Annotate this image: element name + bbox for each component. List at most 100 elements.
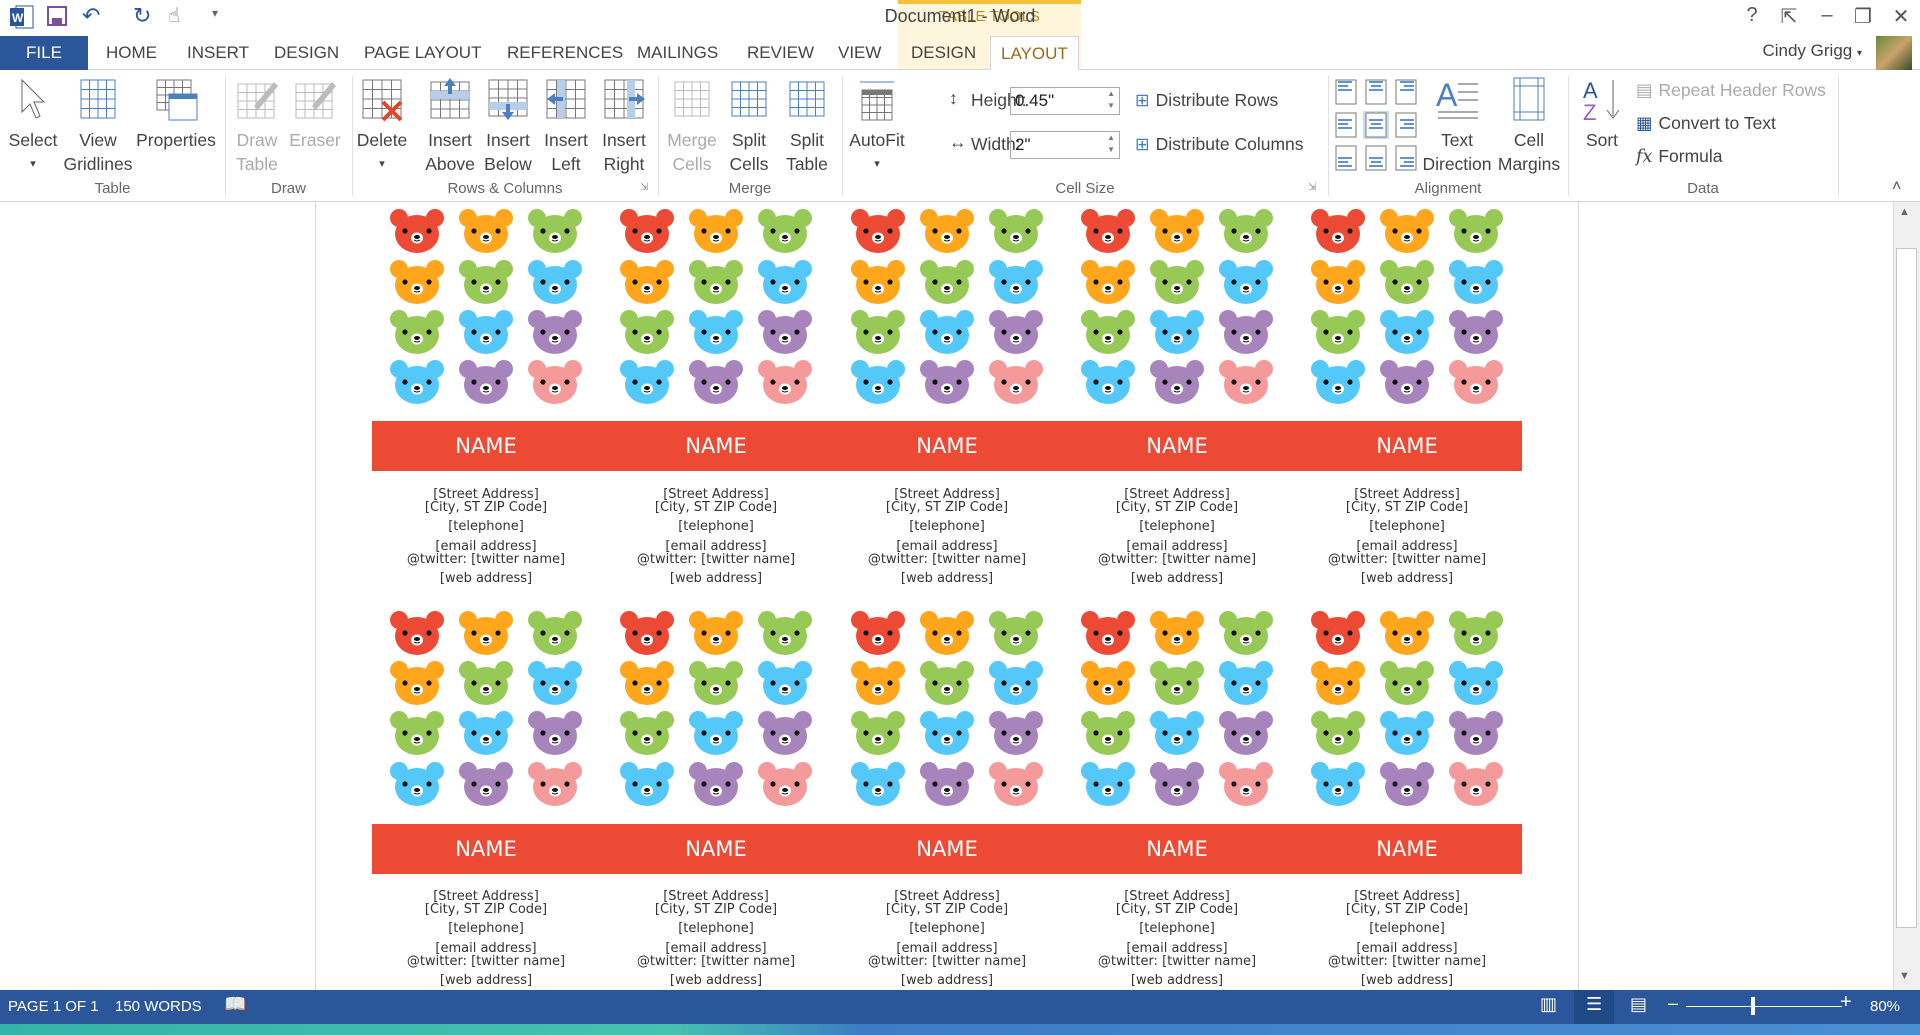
- label-telephone[interactable]: [telephone]: [1062, 520, 1292, 534]
- label-city[interactable]: [City, ST ZIP Code]: [371, 501, 601, 515]
- scroll-down-icon[interactable]: ▼: [1899, 970, 1910, 982]
- formula-button[interactable]: fx Formula: [1636, 146, 1723, 167]
- label-telephone[interactable]: [telephone]: [1062, 922, 1292, 936]
- print-layout-button[interactable]: ☰: [1574, 990, 1614, 1024]
- tab-table-layout[interactable]: LAYOUT: [990, 36, 1079, 71]
- label-telephone[interactable]: [telephone]: [371, 520, 601, 534]
- user-name[interactable]: Cindy Grigg ▾: [1762, 41, 1862, 61]
- align-cell-button[interactable]: [1363, 111, 1389, 139]
- help-icon[interactable]: ?: [1737, 4, 1767, 27]
- repeat-header-rows-button[interactable]: ▤ Repeat Header Rows: [1636, 80, 1826, 101]
- tab-references[interactable]: REFERENCES: [497, 36, 633, 70]
- label-city[interactable]: [City, ST ZIP Code]: [1292, 903, 1522, 917]
- label-telephone[interactable]: [telephone]: [371, 922, 601, 936]
- convert-to-text-button[interactable]: ▦ Convert to Text: [1636, 113, 1776, 134]
- distribute-columns-button[interactable]: ⊞ Distribute Columns: [1135, 134, 1304, 155]
- label-twitter[interactable]: @twitter: [twitter name]: [1292, 955, 1522, 969]
- align-cell-button[interactable]: [1333, 111, 1359, 139]
- collapse-ribbon-icon[interactable]: ˄: [1892, 178, 1901, 196]
- label-name[interactable]: NAME: [1062, 421, 1292, 471]
- label-name[interactable]: NAME: [601, 824, 831, 874]
- align-cell-button[interactable]: [1333, 144, 1359, 172]
- tab-home[interactable]: HOME: [96, 36, 167, 70]
- tab-file[interactable]: FILE: [0, 36, 88, 70]
- label-telephone[interactable]: [telephone]: [601, 520, 831, 534]
- web-layout-icon[interactable]: ▤: [1630, 994, 1647, 1015]
- label-web[interactable]: [web address]: [832, 572, 1062, 586]
- align-cell-button[interactable]: [1363, 78, 1389, 106]
- tab-review[interactable]: REVIEW: [737, 36, 824, 70]
- label-name[interactable]: NAME: [1292, 824, 1522, 874]
- tab-mailings[interactable]: MAILINGS: [627, 36, 728, 70]
- scrollbar-thumb[interactable]: [1896, 248, 1917, 928]
- width-spinner[interactable]: ▲ ▼: [1107, 132, 1115, 156]
- height-input[interactable]: 0.45" ▲ ▼: [1010, 87, 1120, 115]
- zoom-slider[interactable]: [1686, 1006, 1842, 1007]
- label-twitter[interactable]: @twitter: [twitter name]: [371, 955, 601, 969]
- label-twitter[interactable]: @twitter: [twitter name]: [601, 553, 831, 567]
- read-mode-icon[interactable]: ▥: [1540, 994, 1557, 1015]
- zoom-slider-thumb[interactable]: [1750, 997, 1755, 1015]
- label-name[interactable]: NAME: [832, 824, 1062, 874]
- label-twitter[interactable]: @twitter: [twitter name]: [371, 553, 601, 567]
- label-web[interactable]: [web address]: [832, 974, 1062, 988]
- label-web[interactable]: [web address]: [1292, 974, 1522, 988]
- tab-page-layout[interactable]: PAGE LAYOUT: [354, 36, 491, 70]
- ribbon-display-icon[interactable]: ⇱: [1774, 4, 1804, 29]
- tab-design[interactable]: DESIGN: [264, 36, 349, 70]
- label-web[interactable]: [web address]: [371, 974, 601, 988]
- label-telephone[interactable]: [telephone]: [601, 922, 831, 936]
- tab-insert[interactable]: INSERT: [177, 36, 259, 70]
- label-city[interactable]: [City, ST ZIP Code]: [371, 903, 601, 917]
- label-name[interactable]: NAME: [1292, 421, 1522, 471]
- label-name[interactable]: NAME: [371, 824, 601, 874]
- proofing-icon[interactable]: 📖: [224, 994, 246, 1015]
- tab-view[interactable]: VIEW: [828, 36, 891, 70]
- minimize-icon[interactable]: –: [1812, 4, 1842, 27]
- page-count[interactable]: PAGE 1 OF 1: [8, 998, 99, 1015]
- label-web[interactable]: [web address]: [1062, 974, 1292, 988]
- rows-columns-launcher-icon[interactable]: ⇲: [640, 182, 648, 193]
- align-cell-button[interactable]: [1363, 144, 1389, 172]
- label-twitter[interactable]: @twitter: [twitter name]: [601, 955, 831, 969]
- label-web[interactable]: [web address]: [601, 572, 831, 586]
- label-city[interactable]: [City, ST ZIP Code]: [1062, 903, 1292, 917]
- label-city[interactable]: [City, ST ZIP Code]: [601, 501, 831, 515]
- label-twitter[interactable]: @twitter: [twitter name]: [1062, 955, 1292, 969]
- label-name[interactable]: NAME: [1062, 824, 1292, 874]
- label-telephone[interactable]: [telephone]: [832, 520, 1062, 534]
- label-web[interactable]: [web address]: [1062, 572, 1292, 586]
- height-spinner[interactable]: ▲ ▼: [1107, 88, 1115, 112]
- tab-table-design[interactable]: DESIGN: [901, 36, 986, 70]
- label-web[interactable]: [web address]: [1292, 572, 1522, 586]
- label-name[interactable]: NAME: [832, 421, 1062, 471]
- zoom-level[interactable]: 80%: [1870, 998, 1900, 1015]
- label-city[interactable]: [City, ST ZIP Code]: [832, 903, 1062, 917]
- zoom-out-icon[interactable]: –: [1668, 993, 1678, 1014]
- restore-icon[interactable]: ❐: [1848, 4, 1878, 29]
- label-city[interactable]: [City, ST ZIP Code]: [601, 903, 831, 917]
- label-city[interactable]: [City, ST ZIP Code]: [1062, 501, 1292, 515]
- align-cell-button[interactable]: [1393, 111, 1419, 139]
- align-cell-button[interactable]: [1393, 78, 1419, 106]
- label-telephone[interactable]: [telephone]: [1292, 922, 1522, 936]
- label-web[interactable]: [web address]: [601, 974, 831, 988]
- label-twitter[interactable]: @twitter: [twitter name]: [1292, 553, 1522, 567]
- scroll-up-icon[interactable]: ▲: [1899, 206, 1910, 218]
- avatar[interactable]: [1876, 36, 1912, 70]
- align-cell-button[interactable]: [1333, 78, 1359, 106]
- label-telephone[interactable]: [telephone]: [832, 922, 1062, 936]
- label-web[interactable]: [web address]: [371, 572, 601, 586]
- width-input[interactable]: 2" ▲ ▼: [1010, 131, 1120, 159]
- label-twitter[interactable]: @twitter: [twitter name]: [832, 553, 1062, 567]
- align-cell-button[interactable]: [1393, 144, 1419, 172]
- label-city[interactable]: [City, ST ZIP Code]: [832, 501, 1062, 515]
- word-count[interactable]: 150 WORDS: [115, 998, 202, 1015]
- label-city[interactable]: [City, ST ZIP Code]: [1292, 501, 1522, 515]
- label-telephone[interactable]: [telephone]: [1292, 520, 1522, 534]
- label-name[interactable]: NAME: [371, 421, 601, 471]
- zoom-in-icon[interactable]: +: [1840, 991, 1852, 1014]
- label-twitter[interactable]: @twitter: [twitter name]: [1062, 553, 1292, 567]
- label-name[interactable]: NAME: [601, 421, 831, 471]
- label-twitter[interactable]: @twitter: [twitter name]: [832, 955, 1062, 969]
